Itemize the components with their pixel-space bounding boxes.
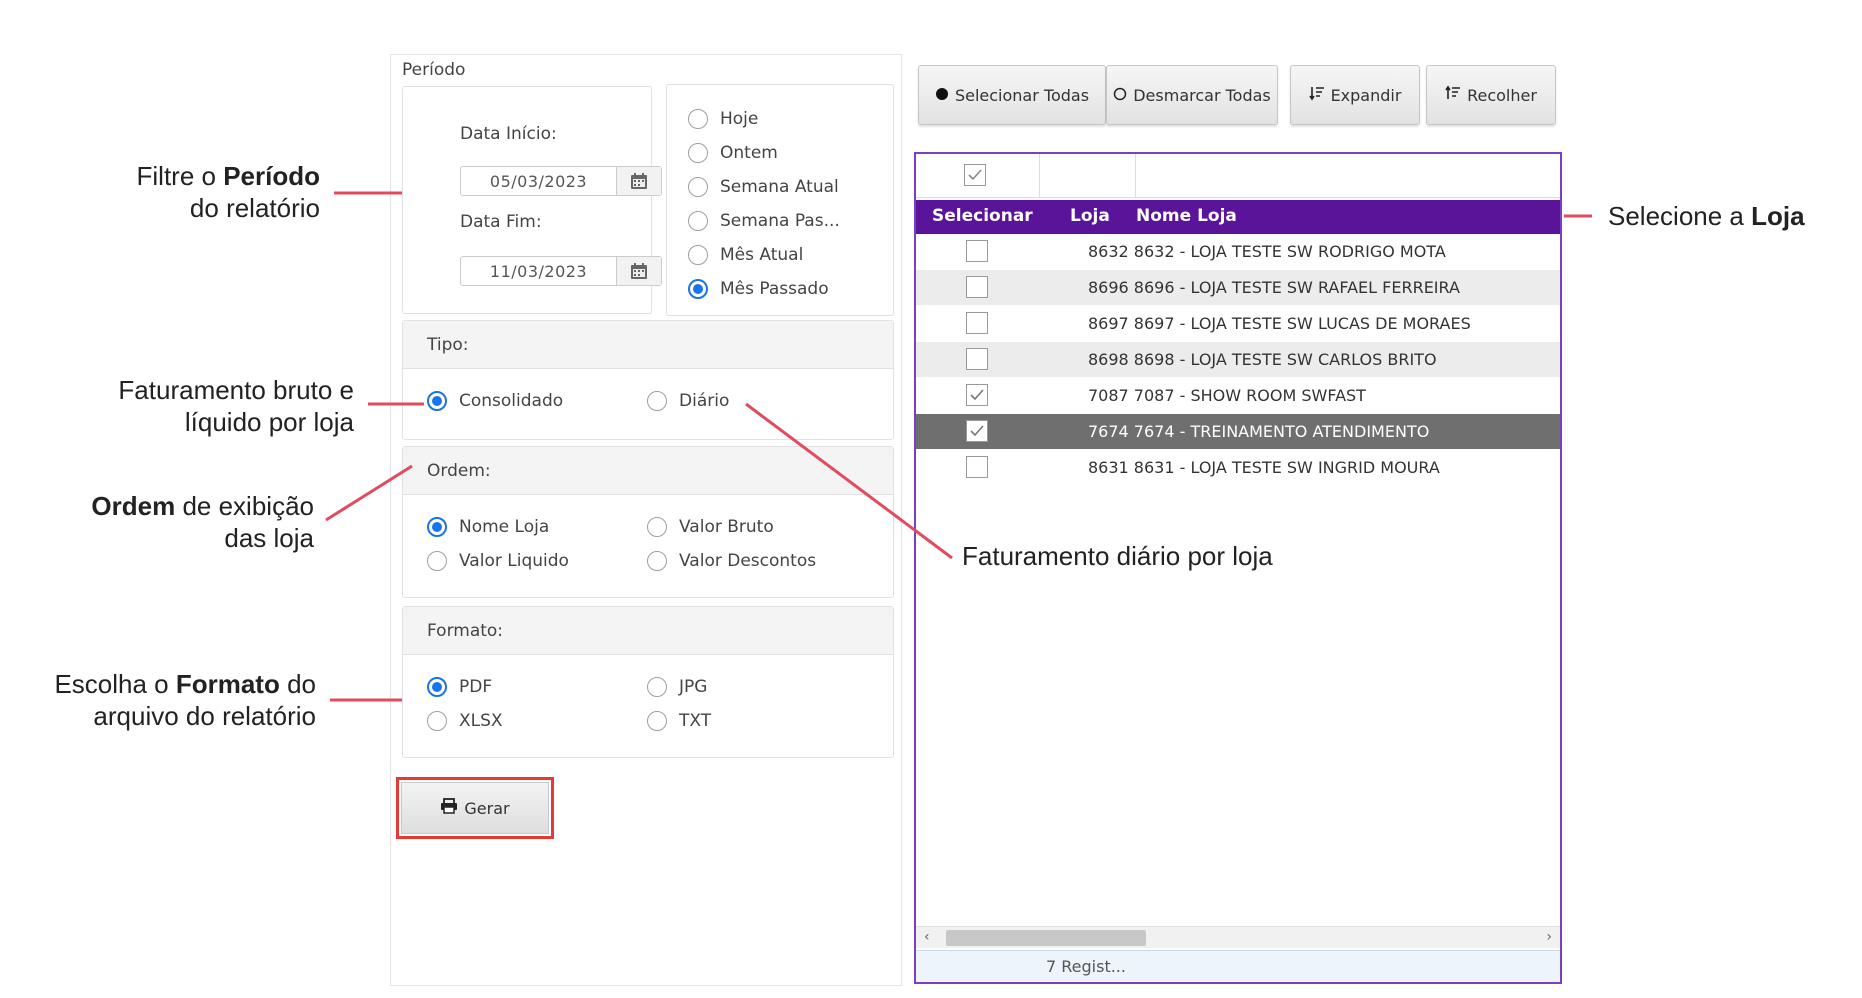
annotation-loja: Selecione a Loja bbox=[1608, 200, 1805, 232]
annotation-text: Filtre o bbox=[136, 161, 224, 191]
annotation-text: Faturamento bruto e bbox=[118, 375, 354, 405]
annotation-text: do relatório bbox=[189, 193, 320, 223]
annotation-text: Selecione a bbox=[1608, 201, 1752, 231]
annotation-text: líquido por loja bbox=[184, 407, 354, 437]
annotation-formato: Escolha o Formato do arquivo do relatóri… bbox=[4, 668, 316, 732]
annotation-periodo: Filtre o Período do relatório bbox=[60, 160, 320, 224]
annotation-ordem: Ordem de exibição das loja bbox=[20, 490, 314, 554]
annotation-text: das loja bbox=[224, 523, 314, 553]
annotation-tipo: Faturamento bruto e líquido por loja bbox=[40, 374, 354, 438]
annotation-bold: Loja bbox=[1751, 201, 1805, 231]
line-diario bbox=[745, 402, 953, 560]
annotation-text: arquivo do relatório bbox=[93, 701, 316, 731]
annotation-bold: Formato bbox=[175, 669, 280, 699]
annotation-bold: Ordem bbox=[91, 491, 176, 521]
annotation-text: do bbox=[279, 669, 316, 699]
annotation-text: de exibição bbox=[175, 491, 314, 521]
line-ordem bbox=[325, 464, 413, 522]
annotation-diario: Faturamento diário por loja bbox=[962, 541, 1273, 571]
annotation-bold: Período bbox=[223, 161, 320, 191]
annotation-text: Escolha o bbox=[54, 669, 176, 699]
